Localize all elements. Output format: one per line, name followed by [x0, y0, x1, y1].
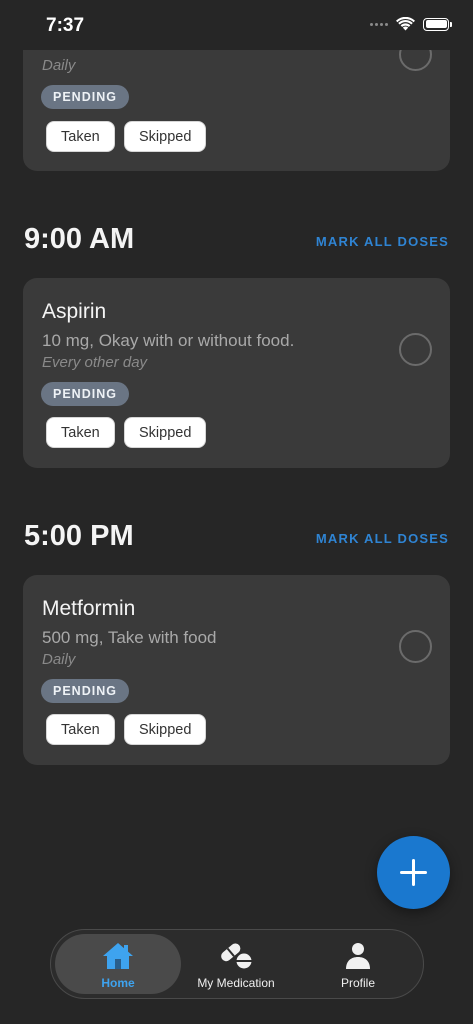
medication-card: Aspirin 10 mg, Okay with or without food… — [23, 278, 450, 468]
tab-label: My Medication — [197, 976, 275, 990]
medication-dose: 10 mg, Okay with or without food. — [42, 331, 295, 350]
mark-all-doses-button[interactable]: MARK ALL DOSES — [316, 531, 449, 546]
skipped-button[interactable]: Skipped — [124, 417, 207, 448]
taken-button[interactable]: Taken — [46, 417, 115, 448]
taken-button[interactable]: Taken — [46, 121, 115, 152]
tab-home[interactable]: Home — [55, 934, 181, 994]
medication-name: Metformin — [42, 597, 136, 620]
tab-label: Profile — [340, 976, 375, 990]
taken-button[interactable]: Taken — [46, 714, 115, 745]
battery-icon — [423, 17, 452, 31]
dose-checkbox[interactable] — [399, 333, 432, 366]
plus-icon — [400, 859, 427, 886]
status-time: 7:37 — [46, 15, 85, 36]
medication-dose: 500 mg, Take with food — [42, 628, 217, 647]
medication-frequency: Daily — [42, 651, 76, 668]
medication-frequency: Daily — [42, 57, 76, 74]
medication-frequency: Every other day — [42, 354, 148, 371]
signal-icon — [370, 22, 388, 26]
status-badge: PENDING — [41, 382, 129, 406]
status-badge: PENDING — [41, 85, 129, 109]
tab-my-medication[interactable]: My Medication — [173, 934, 299, 994]
tab-label: Home — [101, 976, 135, 990]
status-bar: 7:37 — [0, 0, 473, 50]
medication-card: Metformin 500 mg, Take with food Daily P… — [23, 575, 450, 765]
tab-bar: Home My Medication Profile — [50, 929, 424, 999]
section-time: 9:00 AM — [24, 223, 135, 255]
section-time: 5:00 PM — [24, 520, 134, 552]
skipped-button[interactable]: Skipped — [124, 121, 207, 152]
mark-all-doses-button[interactable]: MARK ALL DOSES — [316, 234, 449, 249]
home-icon — [103, 943, 133, 969]
pills-icon — [221, 943, 252, 969]
person-icon — [346, 943, 370, 969]
medication-name: Aspirin — [42, 300, 107, 323]
tab-profile[interactable]: Profile — [295, 934, 421, 994]
status-icons — [370, 17, 452, 31]
wifi-icon — [396, 17, 415, 31]
skipped-button[interactable]: Skipped — [124, 714, 207, 745]
dose-checkbox[interactable] — [399, 630, 432, 663]
status-badge: PENDING — [41, 679, 129, 703]
add-medication-button[interactable] — [377, 836, 450, 909]
